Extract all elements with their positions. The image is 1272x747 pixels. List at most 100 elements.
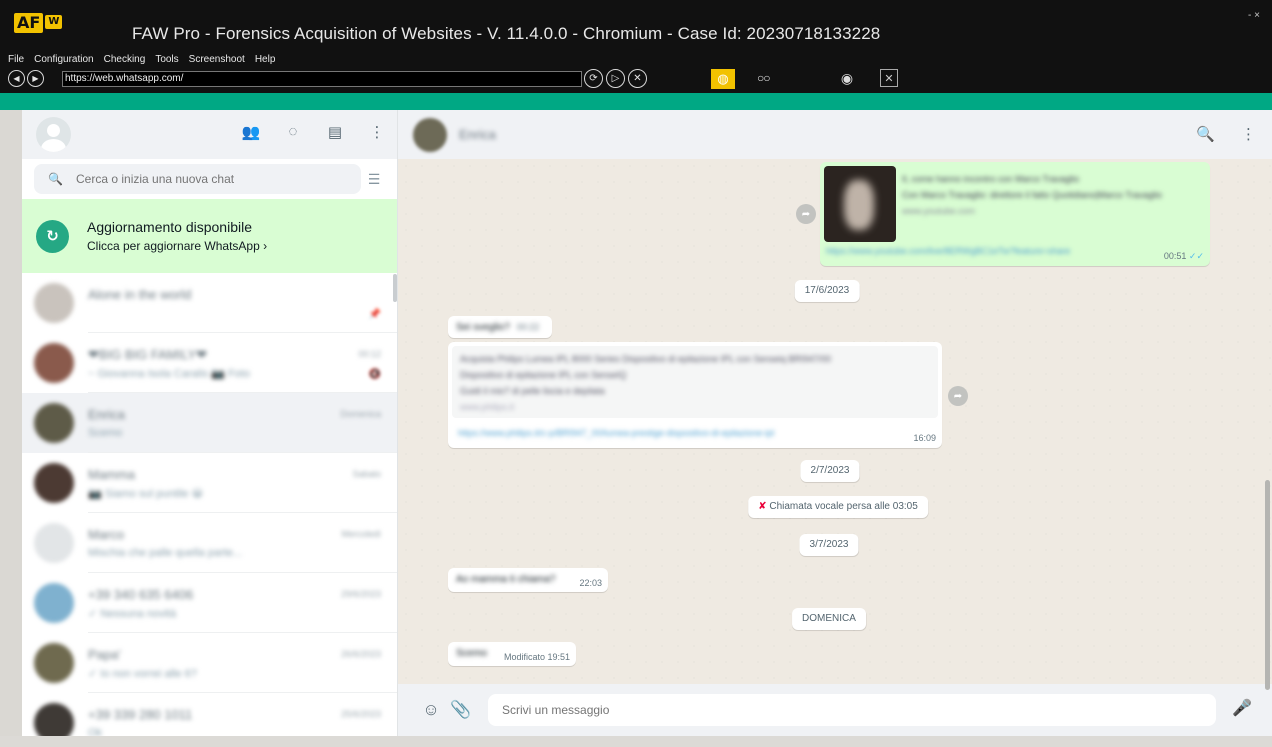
chat-name: +39 339 280 1011	[88, 707, 193, 722]
faw-logo: AF W	[14, 13, 63, 33]
microphone-icon[interactable]: 🎤	[1232, 698, 1252, 718]
camera-icon[interactable]: ◉	[836, 68, 858, 88]
record-icon[interactable]: ○○	[757, 71, 770, 85]
close-acquisition-icon[interactable]: ✕	[880, 69, 898, 87]
message-incoming[interactable]: Scemo Modificato 19:51	[448, 642, 576, 666]
link-preview-domain: www.youtube.com	[902, 206, 976, 216]
message-incoming[interactable]: Ao mamma ti chiama? 22:03	[448, 568, 608, 592]
menu-icon[interactable]: ⋮	[1241, 125, 1256, 143]
search-input[interactable]	[76, 172, 316, 186]
menu-tools[interactable]: Tools	[155, 54, 178, 65]
chat-name: Marco	[88, 527, 125, 542]
message-incoming[interactable]: Sei sveglio? 00:22	[448, 316, 552, 338]
menu-configuration[interactable]: Configuration	[34, 54, 93, 65]
search-icon[interactable]: 🔍	[1196, 125, 1215, 143]
menu-help[interactable]: Help	[255, 54, 276, 65]
update-banner[interactable]: ↻ Aggiornamento disponibile Clicca per a…	[22, 199, 397, 273]
chat-item[interactable]: Papa' ✓ Io non vorrei alle 6? 26/6/2023	[22, 633, 397, 693]
chat-time: 26/6/2023	[340, 649, 381, 659]
message-text: Scemo	[456, 648, 488, 659]
chat-last-message: ~ Giovanna Isola Caralis 📷 Foto	[88, 368, 250, 380]
menu-bar: File Configuration Checking Tools Screen…	[8, 54, 275, 65]
globe-icon[interactable]: ◍	[711, 69, 735, 89]
chat-item[interactable]: Mamma 📷 Siamo sul puntile 😀 Sabato	[22, 453, 397, 513]
message-incoming-link[interactable]: Acquista Philips Lumea IPL 8000 Series D…	[448, 342, 942, 448]
link-preview-card[interactable]: Acquista Philips Lumea IPL 8000 Series D…	[452, 346, 938, 418]
update-subtitle[interactable]: Clicca per aggiornare WhatsApp ›	[87, 239, 267, 253]
search-icon: 🔍	[48, 172, 63, 186]
chat-item[interactable]: Marco Mischia che palle quella parte... …	[22, 513, 397, 573]
stop-icon[interactable]: ✕	[628, 69, 647, 88]
contact-avatar[interactable]	[413, 117, 447, 152]
search-box[interactable]: 🔍	[34, 164, 361, 194]
menu-file[interactable]: File	[8, 54, 24, 65]
reload-icon[interactable]: ⟳	[584, 69, 603, 88]
chat-list: Alone in the world 📌 ❤BIG BIG FAMILY❤ ~ …	[22, 273, 397, 736]
chat-time: 29/6/2023	[340, 589, 381, 599]
attach-icon[interactable]: 📎	[446, 700, 476, 720]
chat-avatar	[34, 643, 74, 683]
chat-avatar	[34, 403, 74, 443]
chat-last-message: 📷 Siamo sul puntile 😀	[88, 488, 204, 500]
faw-logo-w: W	[45, 15, 63, 29]
chat-avatar	[34, 523, 74, 563]
missed-call-icon: ✘	[758, 501, 767, 512]
menu-checking[interactable]: Checking	[104, 54, 146, 65]
chat-name: ❤BIG BIG FAMILY❤	[88, 347, 208, 362]
link-preview-subtitle: Con Marco Travaglio: direttore il fatto …	[902, 190, 1162, 200]
chat-item[interactable]: Alone in the world 📌	[22, 273, 397, 333]
conversation-scrollbar[interactable]	[1265, 480, 1270, 690]
chat-item[interactable]: +39 340 635 6406 ✓ Nessuna novità 29/6/2…	[22, 573, 397, 633]
date-separator: DOMENICA	[792, 608, 866, 630]
conversation-panel: Enrica 🔍 ⋮ Il, come hanno incontro con M…	[398, 110, 1272, 736]
my-avatar[interactable]	[36, 117, 71, 152]
link-url[interactable]: https://www.philips.it/c-p/BRI947_00/lum…	[458, 428, 774, 438]
chat-name: Mamma	[88, 467, 135, 482]
whatsapp-header-strip	[0, 93, 1272, 110]
date-separator: 3/7/2023	[799, 534, 859, 556]
pin-icon: 📌	[368, 309, 381, 320]
chat-item[interactable]: ❤BIG BIG FAMILY❤ ~ Giovanna Isola Carali…	[22, 333, 397, 393]
window-controls[interactable]: - ×	[1248, 10, 1260, 21]
link-url[interactable]: https://www.youtube.com/live/8ERWgBC1eTw…	[826, 246, 1070, 256]
go-icon[interactable]: ▷	[606, 69, 625, 88]
chat-name: +39 340 635 6406	[88, 587, 194, 602]
chat-last-message: Mischia che palle quella parte...	[88, 547, 243, 559]
video-thumbnail[interactable]	[824, 166, 896, 242]
chat-time: Domenica	[340, 409, 381, 419]
message-outgoing-link[interactable]: Il, come hanno incontro con Marco Travag…	[820, 162, 1210, 266]
chat-last-message: Ok	[88, 727, 103, 736]
url-bar[interactable]: https://web.whatsapp.com/	[62, 71, 582, 87]
forward-icon[interactable]: ➦	[796, 204, 816, 224]
chat-item[interactable]: +39 339 280 1011 Ok 25/6/2023	[22, 693, 397, 736]
message-composer: ☺ 📎 🎤	[398, 684, 1272, 736]
forward-icon[interactable]: ➦	[948, 386, 968, 406]
chat-avatar	[34, 343, 74, 383]
emoji-icon[interactable]: ☺	[416, 700, 446, 720]
sidebar-header-icons: 👥 ◌ ▤ ⋮	[241, 123, 387, 141]
sidebar-scrollbar[interactable]	[393, 274, 397, 302]
chat-avatar	[34, 583, 74, 623]
chat-avatar	[34, 283, 74, 323]
communities-icon[interactable]: 👥	[241, 123, 261, 141]
menu-screenshoot[interactable]: Screenshoot	[189, 54, 245, 65]
conversation-header[interactable]: Enrica 🔍 ⋮	[398, 110, 1272, 159]
forward-icon[interactable]: ▶	[27, 70, 44, 87]
menu-icon[interactable]: ⋮	[367, 123, 387, 141]
update-title: Aggiornamento disponibile	[87, 219, 252, 235]
chat-name: Enrica	[88, 407, 125, 422]
filter-icon[interactable]: ☰	[361, 171, 387, 188]
search-row: 🔍 ☰	[22, 159, 397, 199]
message-text: Sei sveglio?	[456, 322, 510, 333]
message-time: 00:51	[1163, 251, 1187, 261]
chat-time: Mercoledì	[341, 529, 381, 539]
new-chat-icon[interactable]: ▤	[325, 123, 345, 141]
chat-item-active[interactable]: Enrica Scemo Domenica	[22, 393, 397, 453]
back-icon[interactable]: ◀	[8, 70, 25, 87]
message-input[interactable]	[488, 694, 1216, 726]
contact-name[interactable]: Enrica	[459, 127, 496, 142]
chat-last-message: Scemo	[88, 427, 123, 439]
status-icon[interactable]: ◌	[283, 123, 303, 141]
navigation-buttons: ◀ ▶	[8, 70, 44, 87]
refresh-icon: ↻	[36, 219, 69, 253]
